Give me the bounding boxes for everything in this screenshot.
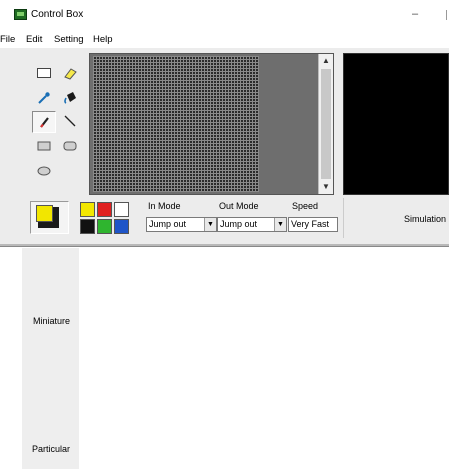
color-swatch-blue[interactable] [114, 219, 129, 234]
rectangle-outline-tool[interactable] [32, 63, 56, 85]
menu-setting[interactable]: Setting [54, 34, 84, 45]
pencil-tool[interactable] [32, 111, 56, 133]
color-swatch-white[interactable] [114, 202, 129, 217]
scrollbar-thumb[interactable] [321, 69, 331, 179]
speed-value: Very Fast [291, 219, 330, 229]
filled-rectangle-icon [37, 141, 51, 151]
tab-particular-label: Particular [32, 444, 71, 454]
color-swatch-yellow[interactable] [80, 202, 95, 217]
in-mode-select[interactable]: Jump out ▼ [146, 217, 217, 232]
ellipse-icon [37, 166, 51, 176]
tab-miniature[interactable]: Miniature [22, 248, 79, 396]
chevron-down-icon[interactable]: ▼ [274, 218, 286, 231]
scroll-down-arrow-icon[interactable]: ▼ [319, 180, 333, 194]
speed-label: Speed [292, 201, 319, 211]
tab-particular[interactable]: Particular [22, 396, 79, 469]
chevron-down-icon[interactable]: ▼ [204, 218, 216, 231]
scroll-up-arrow-icon[interactable]: ▲ [319, 54, 333, 68]
in-mode-label: In Mode [148, 201, 181, 211]
current-color-selector[interactable] [30, 201, 69, 234]
color-swatch-green[interactable] [97, 219, 112, 234]
view-tabs: Miniature Particular [22, 248, 79, 469]
main-workspace[interactable] [80, 248, 449, 469]
title-bar: Control Box – [0, 0, 449, 30]
color-swatch-red[interactable] [97, 202, 112, 217]
maximize-button[interactable] [440, 8, 449, 22]
tab-miniature-label: Miniature [33, 316, 71, 326]
preview-display [343, 53, 449, 195]
panel-splitter[interactable] [0, 244, 449, 247]
app-icon [14, 9, 27, 20]
rounded-rectangle-icon [63, 141, 77, 151]
pencil-icon [40, 117, 49, 128]
fill-tool[interactable] [58, 88, 82, 110]
menu-help[interactable]: Help [93, 34, 113, 45]
out-mode-select[interactable]: Jump out ▼ [217, 217, 287, 232]
speed-select[interactable]: Very Fast [288, 217, 338, 232]
menu-edit[interactable]: Edit [26, 34, 42, 45]
rounded-rectangle-tool[interactable] [58, 136, 82, 158]
ellipse-tool[interactable] [32, 161, 56, 183]
menu-bar: File Edit Setting Help [0, 31, 449, 48]
filled-rectangle-tool[interactable] [32, 136, 56, 158]
out-mode-label: Out Mode [219, 201, 259, 211]
simulation-button[interactable]: Simulation [343, 198, 449, 238]
eyedropper-tool[interactable] [32, 88, 56, 110]
eraser-icon [64, 68, 77, 80]
eraser-tool[interactable] [58, 63, 82, 85]
window-title: Control Box [31, 9, 84, 20]
color-palette [79, 200, 133, 237]
color-swatch-black[interactable] [80, 219, 95, 234]
in-mode-value: Jump out [149, 219, 187, 229]
eyedropper-icon [38, 92, 50, 104]
minimize-button[interactable]: – [402, 8, 428, 22]
menu-file[interactable]: File [0, 34, 15, 45]
vertical-scrollbar[interactable]: ▲ ▼ [318, 54, 333, 194]
simulation-label: Simulation [404, 214, 447, 224]
rectangle-icon [37, 68, 51, 78]
out-mode-value: Jump out [220, 219, 258, 229]
led-matrix-editor: ▲ ▼ [89, 53, 334, 195]
paint-bucket-icon [64, 92, 76, 104]
current-color-swatch [36, 205, 59, 228]
pixel-grid-canvas[interactable] [93, 56, 259, 192]
line-tool[interactable] [58, 111, 82, 133]
line-icon [64, 115, 76, 127]
editor-toolbar-panel: ▲ ▼ In Mode Jump out ▼ Out Mode Jump out… [0, 48, 449, 244]
